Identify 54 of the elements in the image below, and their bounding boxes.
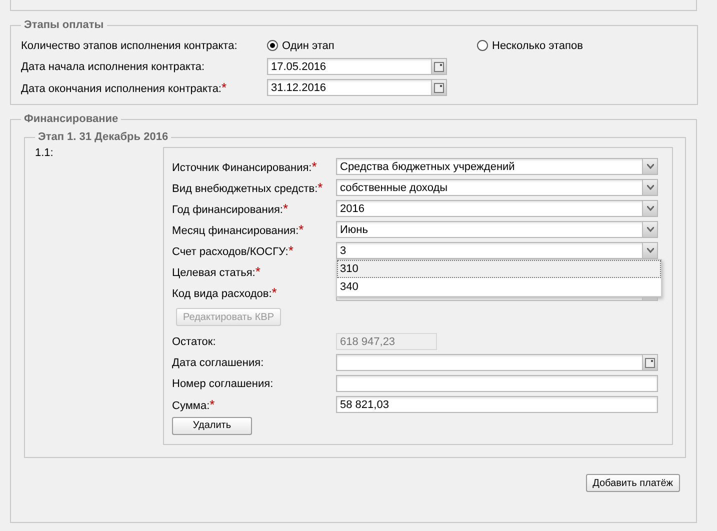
calendar-icon[interactable] — [434, 62, 444, 72]
readonly-field: 618 947,23 — [336, 333, 437, 350]
required-asterisk: * — [298, 222, 304, 237]
section-title: Этапы оплаты — [23, 19, 105, 31]
caret-icon[interactable] — [646, 164, 654, 169]
field-label: Дата соглашения: — [172, 356, 264, 368]
field-label: Код вида расходов: — [172, 288, 272, 300]
dropdown-field[interactable]: собственные доходы — [336, 179, 658, 196]
caret-icon[interactable] — [646, 185, 654, 190]
delete-button[interactable]: Удалить — [172, 416, 252, 434]
required-asterisk: * — [318, 180, 323, 195]
field-label: Дата окончания исполнения контракта: — [21, 83, 222, 95]
date-field[interactable] — [336, 354, 658, 371]
required-asterisk: * — [282, 201, 288, 216]
field-label: Месяц финансирования: — [172, 225, 299, 237]
radio-label[interactable]: Один этап — [282, 40, 334, 52]
date-field[interactable]: 31.12.2016 — [267, 79, 447, 96]
radio-label[interactable]: Несколько этапов — [492, 40, 583, 52]
caret-icon[interactable] — [646, 227, 654, 232]
field-label: Дата начала исполнения контракта: — [21, 60, 205, 72]
caret-icon[interactable] — [646, 206, 654, 211]
required-asterisk: * — [210, 397, 215, 412]
field-label: Счет расходов/КОСГУ: — [172, 246, 288, 258]
dropdown-field[interactable]: Средства бюджетных учреждений — [336, 158, 658, 175]
field-label: Сумма: — [172, 400, 210, 412]
required-asterisk: * — [222, 80, 227, 95]
item-number: 1.1: — [35, 147, 54, 161]
calendar-icon[interactable] — [645, 358, 655, 368]
stage-title: Этап 1. 31 Декабрь 2016 — [37, 131, 170, 143]
required-asterisk: * — [312, 159, 317, 174]
required-asterisk: * — [255, 264, 260, 279]
calendar-icon[interactable] — [434, 82, 444, 92]
radio-button[interactable] — [477, 40, 488, 51]
section-title: Финансирование — [23, 113, 120, 125]
text-field[interactable]: 58 821,03 — [336, 396, 658, 413]
field-label: Источник Финансирования: — [172, 162, 312, 174]
dropdown-option[interactable]: 340 — [337, 278, 661, 296]
radio-button[interactable] — [267, 40, 278, 51]
required-asterisk: * — [288, 243, 294, 258]
required-asterisk: * — [272, 285, 277, 300]
field-label: Год финансирования: — [172, 204, 283, 216]
field-label: Вид внебюджетных средств: — [172, 183, 318, 195]
caret-icon[interactable] — [646, 248, 654, 253]
add-payment-button[interactable]: Добавить платёж — [586, 474, 680, 492]
dropdown-field[interactable]: 2016 — [336, 200, 658, 217]
field-label: Количество этапов исполнения контракта: — [21, 40, 238, 52]
dropdown-option[interactable]: 310 — [337, 260, 661, 278]
field-label: Целевая статья: — [172, 267, 256, 279]
text-field[interactable] — [336, 375, 658, 392]
field-label: Остаток: — [172, 336, 216, 348]
date-field[interactable]: 17.05.2016 — [267, 58, 447, 75]
dropdown-field[interactable]: 3 — [336, 242, 658, 259]
field-label: Номер соглашения: — [172, 378, 274, 390]
dropdown-field[interactable]: Июнь — [336, 221, 658, 238]
